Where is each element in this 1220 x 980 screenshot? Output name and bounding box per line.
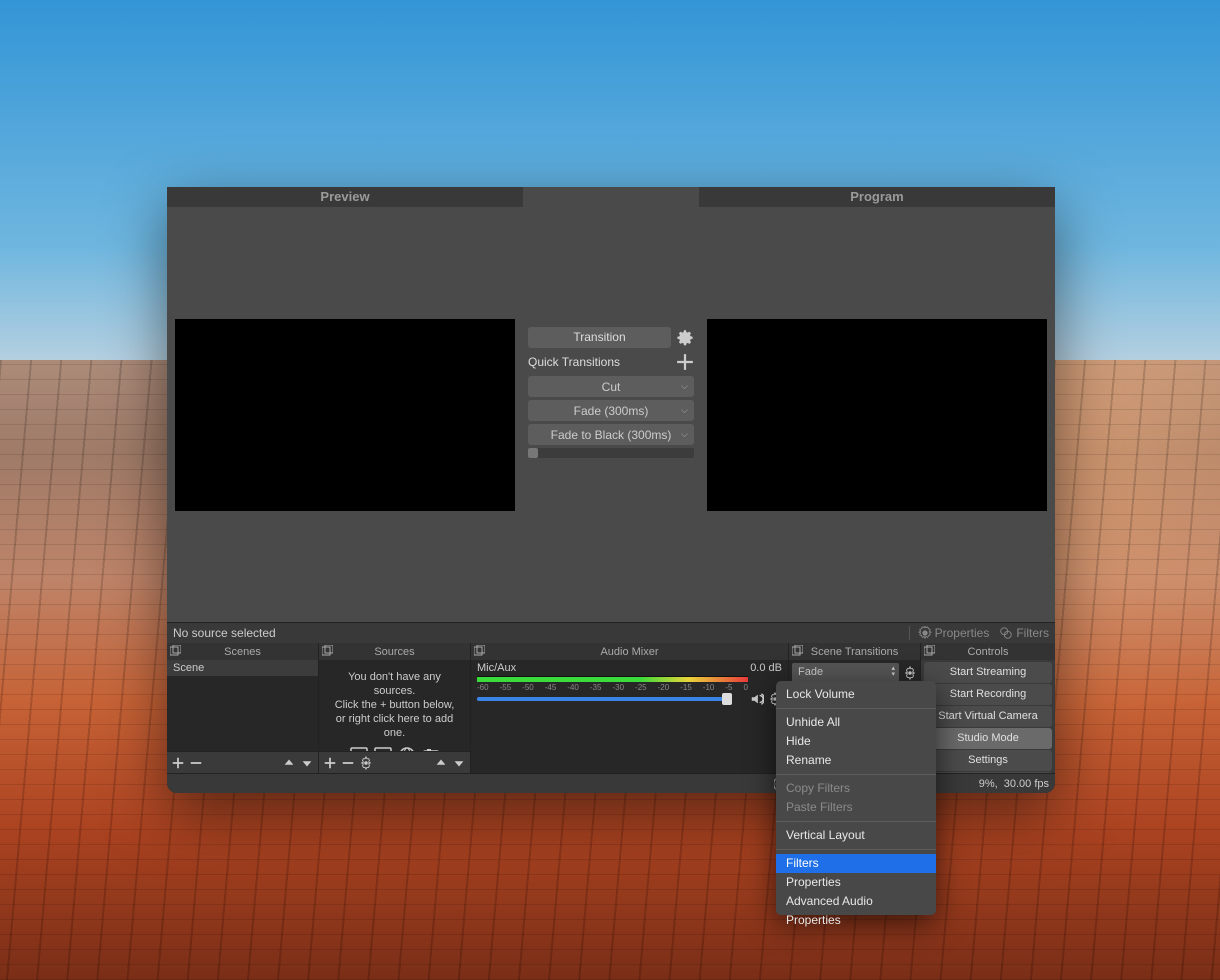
ctx-paste-filters: Paste Filters xyxy=(776,798,936,817)
volume-slider[interactable] xyxy=(477,697,728,701)
sources-title: Sources xyxy=(374,646,414,658)
add-quick-transition-plus-icon[interactable] xyxy=(676,353,694,371)
preview-video[interactable] xyxy=(175,319,515,511)
remove-scene-minus-icon[interactable] xyxy=(189,756,203,770)
mixer-context-menu: Lock Volume Unhide All Hide Rename Copy … xyxy=(776,681,936,915)
quick-transitions-label: Quick Transitions xyxy=(528,355,620,369)
studio-mode-row: Preview Transition Quick Transitions Cut… xyxy=(167,187,1055,622)
scenes-dock: Scenes Scene xyxy=(167,643,319,773)
scene-item[interactable]: Scene xyxy=(167,660,318,676)
transition-button[interactable]: Transition xyxy=(528,327,671,348)
dock-popout-icon[interactable] xyxy=(792,645,803,656)
transition-column: Transition Quick Transitions Cut⌵ Fade (… xyxy=(523,187,699,622)
no-source-label: No source selected xyxy=(173,626,276,640)
move-source-up-icon[interactable] xyxy=(434,756,448,770)
ctx-advanced-audio[interactable]: Advanced Audio Properties xyxy=(776,892,936,911)
start-streaming-button[interactable]: Start Streaming xyxy=(924,662,1052,683)
add-source-plus-icon[interactable] xyxy=(323,756,337,770)
mixer-channel-mic-aux: 0.0 dB Mic/Aux -60-55-50-45-40-35-30-25-… xyxy=(471,660,788,773)
ctx-unhide-all[interactable]: Unhide All xyxy=(776,713,936,732)
ctx-vertical-layout[interactable]: Vertical Layout xyxy=(776,826,936,845)
settings-button[interactable]: Settings xyxy=(924,750,1052,771)
program-pane: Program xyxy=(699,187,1055,622)
chevron-down-icon: ⌵ xyxy=(681,381,688,392)
ctx-rename[interactable]: Rename xyxy=(776,751,936,770)
program-video[interactable] xyxy=(707,319,1047,511)
ctx-hide[interactable]: Hide xyxy=(776,732,936,751)
speaker-icon[interactable] xyxy=(750,692,764,706)
cpu-percent: 9%, xyxy=(979,778,998,790)
audio-mixer-dock: Audio Mixer 0.0 dB Mic/Aux -60-55-50-45-… xyxy=(471,643,789,773)
move-source-down-icon[interactable] xyxy=(452,756,466,770)
mixer-title: Audio Mixer xyxy=(600,646,658,658)
studio-mode-button[interactable]: Studio Mode xyxy=(924,728,1052,749)
obs-window: Preview Transition Quick Transitions Cut… xyxy=(167,187,1055,793)
dock-popout-icon[interactable] xyxy=(322,645,333,656)
move-scene-up-icon[interactable] xyxy=(282,756,296,770)
ctx-filters[interactable]: Filters xyxy=(776,854,936,873)
exit-button[interactable]: Exit xyxy=(924,772,1052,773)
audio-ticks: -60-55-50-45-40-35-30-25-20-15-10-50 xyxy=(477,683,748,691)
dock-popout-icon[interactable] xyxy=(474,645,485,656)
sources-dock: Sources You don't have any sources. Clic… xyxy=(319,643,471,773)
program-label: Program xyxy=(699,187,1055,207)
mixer-channel-name: Mic/Aux xyxy=(471,660,788,674)
transition-props-gear-icon[interactable] xyxy=(903,666,917,680)
quick-transition-cut[interactable]: Cut⌵ xyxy=(528,376,694,397)
chevron-down-icon: ⌵ xyxy=(681,405,688,416)
source-settings-gear-icon[interactable] xyxy=(359,756,373,770)
transitions-title: Scene Transitions xyxy=(811,646,898,658)
controls-dock: Controls Start Streaming Start Recording… xyxy=(921,643,1055,773)
transition-select[interactable]: Fade▴▾ xyxy=(792,663,899,682)
dock-popout-icon[interactable] xyxy=(170,645,181,656)
start-recording-button[interactable]: Start Recording xyxy=(924,684,1052,705)
updown-icon: ▴▾ xyxy=(891,666,895,678)
remove-source-minus-icon[interactable] xyxy=(341,756,355,770)
dock-popout-icon[interactable] xyxy=(924,645,935,656)
fps-value: 30.00 fps xyxy=(1004,778,1049,790)
scenes-title: Scenes xyxy=(224,646,261,658)
add-scene-plus-icon[interactable] xyxy=(171,756,185,770)
source-properties-button[interactable]: Properties xyxy=(918,626,990,640)
chevron-down-icon: ⌵ xyxy=(681,429,688,440)
move-scene-down-icon[interactable] xyxy=(300,756,314,770)
sources-list[interactable]: You don't have any sources. Click the + … xyxy=(319,660,470,751)
ctx-copy-filters: Copy Filters xyxy=(776,779,936,798)
start-virtual-camera-button[interactable]: Start Virtual Camera xyxy=(924,706,1052,727)
quick-transition-fade-black[interactable]: Fade to Black (300ms)⌵ xyxy=(528,424,694,445)
scenes-list[interactable]: Scene xyxy=(167,660,318,751)
preview-pane: Preview xyxy=(167,187,523,622)
ctx-properties[interactable]: Properties xyxy=(776,873,936,892)
transition-scrollbar[interactable] xyxy=(528,448,694,458)
ctx-lock-volume[interactable]: Lock Volume xyxy=(776,685,936,704)
source-filters-button[interactable]: Filters xyxy=(999,626,1049,640)
preview-label: Preview xyxy=(167,187,523,207)
audio-meter xyxy=(477,676,748,682)
transition-settings-gear-icon[interactable] xyxy=(676,329,694,347)
source-toolbar: No source selected Properties Filters xyxy=(167,622,1055,643)
quick-transition-fade[interactable]: Fade (300ms)⌵ xyxy=(528,400,694,421)
mixer-db-value: 0.0 dB xyxy=(744,660,788,674)
controls-title: Controls xyxy=(968,646,1009,658)
